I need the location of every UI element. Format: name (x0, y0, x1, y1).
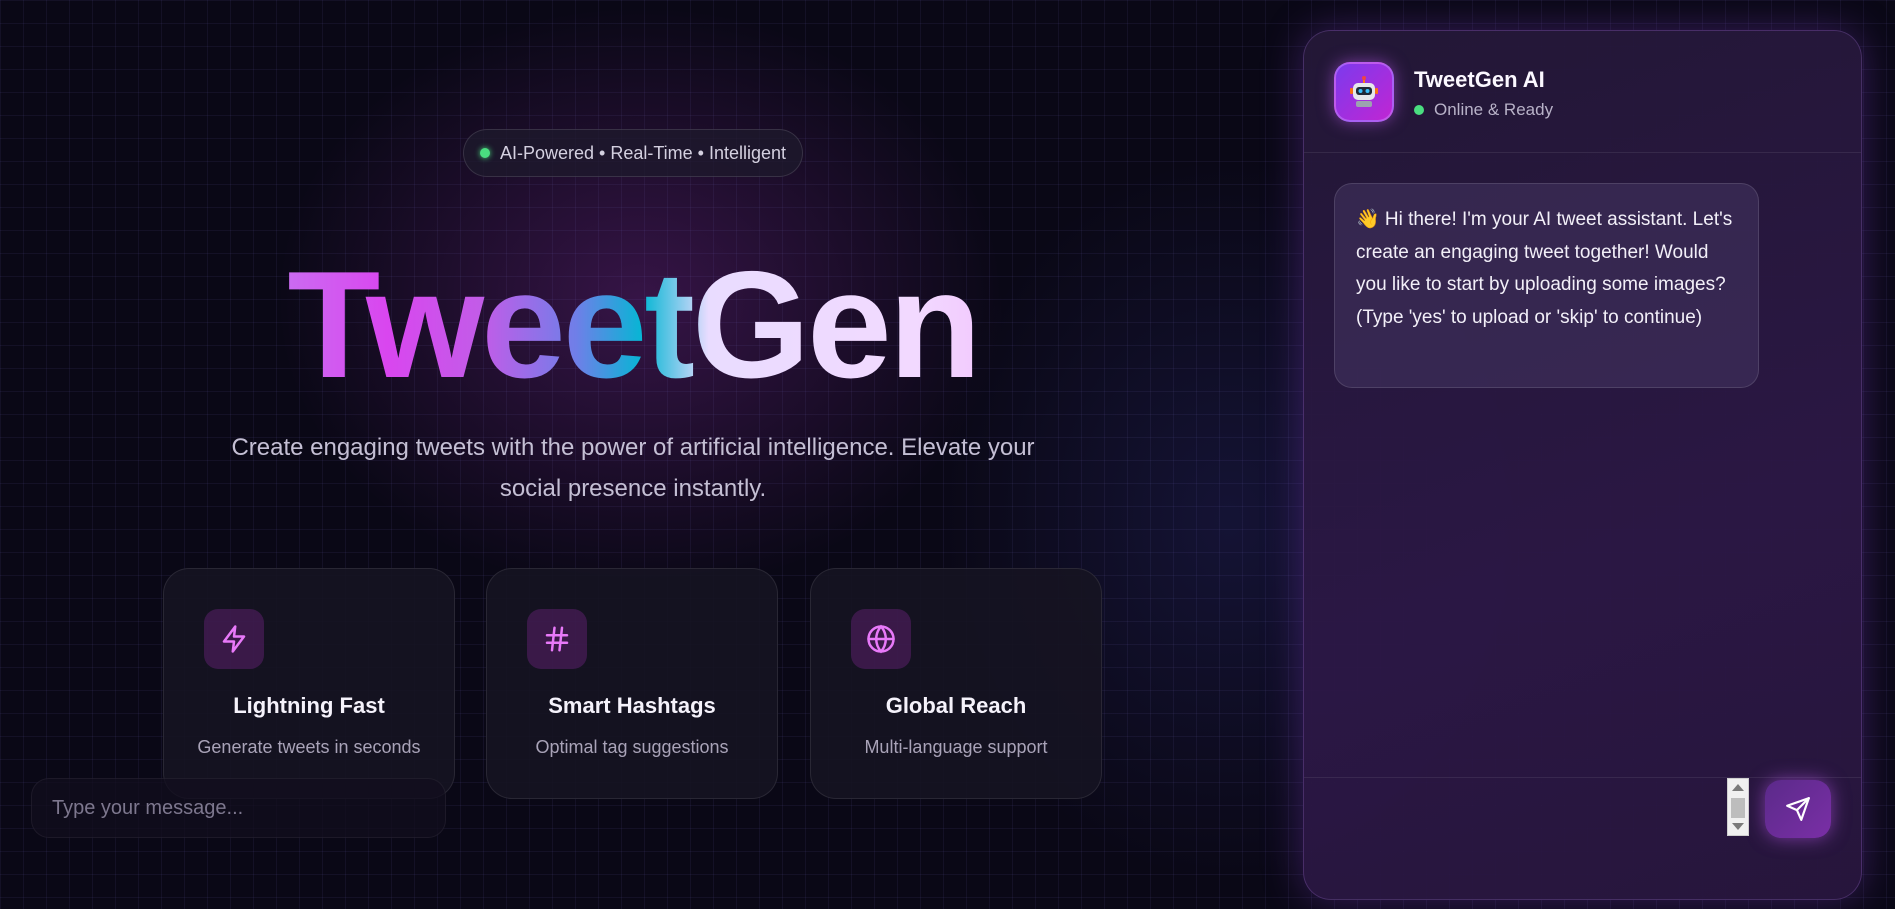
bot-name: TweetGen AI (1414, 67, 1545, 92)
chat-panel: TweetGen AI Online & Ready 👋 Hi there! I… (1303, 30, 1862, 900)
scroll-thumb[interactable] (1731, 798, 1745, 818)
hero-title: TweetGen (160, 240, 1106, 410)
feature-description: Optimal tag suggestions (535, 737, 729, 757)
scroll-up-arrow-icon[interactable] (1732, 784, 1744, 791)
send-icon (1786, 797, 1810, 821)
feature-card-smart-hashtags: Smart Hashtags Optimal tag suggestions (486, 568, 778, 799)
feature-title: Smart Hashtags (548, 693, 716, 718)
feature-title: Global Reach (885, 693, 1027, 718)
feature-card-global-reach: Global Reach Multi-language support (810, 568, 1102, 799)
feature-description: Multi-language support (864, 737, 1048, 757)
status-text: Online & Ready (1434, 100, 1554, 119)
badge-text: AI-Powered • Real-Time • Intelligent (499, 142, 787, 163)
status-dot (479, 148, 490, 158)
feature-description: Generate tweets in seconds (197, 737, 421, 757)
feature-badge: AI-Powered • Real-Time • Intelligent (463, 129, 803, 177)
hashtag-icon (527, 609, 587, 669)
online-dot (1414, 105, 1424, 115)
scroll-down-arrow-icon[interactable] (1732, 823, 1744, 830)
input-scrollbar[interactable] (1727, 778, 1749, 836)
feature-title: Lightning Fast (233, 693, 385, 718)
robot-icon (1334, 62, 1394, 122)
lightning-icon (204, 609, 264, 669)
hero-subtitle-line-2: social presence instantly. (499, 475, 767, 502)
send-button[interactable] (1765, 780, 1831, 838)
page: AI-Powered • Real-Time • Intelligent Twe… (0, 0, 1895, 909)
hero-subtitle: Create engaging tweets with the power of… (220, 427, 1046, 509)
globe-icon (851, 609, 911, 669)
bot-message: 👋 Hi there! I'm your AI tweet assistant.… (1334, 183, 1759, 388)
status-indicator: Online & Ready (1414, 100, 1553, 120)
feature-card-lightning-fast: Lightning Fast Generate tweets in second… (163, 568, 455, 799)
message-input[interactable] (31, 778, 446, 838)
chat-header: TweetGen AI Online & Ready (1304, 31, 1861, 153)
hero-subtitle-line-1: Create engaging tweets with the power of… (231, 434, 1035, 461)
